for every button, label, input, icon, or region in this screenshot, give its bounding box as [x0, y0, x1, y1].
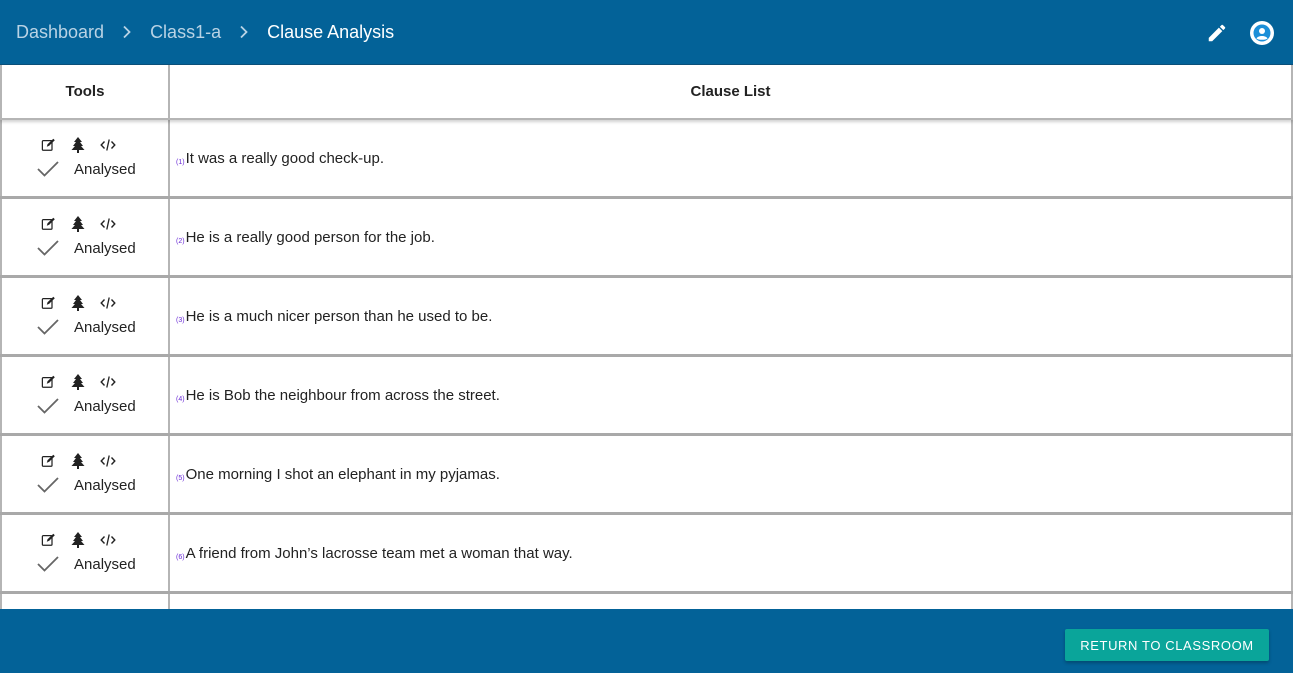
code-icon[interactable] — [100, 216, 116, 232]
clause-text: He is a really good person for the job. — [185, 228, 435, 246]
chevron-right-icon — [104, 25, 150, 39]
clause-text: A friend from John’s lacrosse team met a… — [185, 544, 573, 562]
table-row — [0, 594, 1293, 609]
clause-cell[interactable] — [170, 594, 1293, 609]
breadcrumb-dashboard[interactable]: Dashboard — [16, 22, 104, 43]
check-icon — [36, 554, 60, 574]
table-row: Analysed (6) A friend from John’s lacrosse… — [0, 515, 1293, 594]
clause-number: (5) — [176, 475, 185, 482]
tool-icons — [36, 452, 116, 470]
status: Analysed — [36, 553, 136, 575]
column-header-tools: Tools — [0, 65, 170, 118]
status-label: Analysed — [74, 397, 136, 415]
status: Analysed — [36, 158, 136, 180]
breadcrumb-class[interactable]: Class1-a — [150, 22, 221, 43]
status: Analysed — [36, 395, 136, 417]
tools-cell: Analysed — [0, 278, 170, 354]
breadcrumb: Dashboard Class1-a Clause Analysis — [0, 22, 394, 43]
chevron-right-icon — [221, 25, 267, 39]
clause-text: He is a much nicer person than he used t… — [185, 307, 493, 325]
code-icon[interactable] — [100, 374, 116, 390]
clause-number: (4) — [176, 396, 185, 403]
tree-icon[interactable] — [70, 137, 86, 153]
status-label: Analysed — [74, 555, 136, 573]
clause-table: Tools Clause List Analysed (1) It was a re… — [0, 65, 1293, 609]
table-row: Analysed (4) He is Bob the neighbour from … — [0, 357, 1293, 436]
tree-icon[interactable] — [70, 453, 86, 469]
tools-cell — [0, 594, 170, 609]
edit-icon[interactable] — [40, 216, 56, 232]
check-icon — [36, 238, 60, 258]
tools-cell: Analysed — [0, 515, 170, 591]
tool-icons — [36, 373, 116, 391]
clause-number: (3) — [176, 317, 185, 324]
status-label: Analysed — [74, 318, 136, 336]
check-icon — [36, 396, 60, 416]
account-circle-icon[interactable] — [1248, 19, 1275, 46]
return-to-classroom-button[interactable]: RETURN TO CLASSROOM — [1065, 629, 1269, 661]
tool-icons — [36, 294, 116, 312]
tree-icon[interactable] — [70, 295, 86, 311]
tool-icons — [36, 215, 116, 233]
footer-bar: RETURN TO CLASSROOM — [0, 609, 1293, 673]
table-header: Tools Clause List — [0, 65, 1293, 120]
check-icon — [36, 475, 60, 495]
status: Analysed — [36, 316, 136, 338]
code-icon[interactable] — [100, 295, 116, 311]
status-label: Analysed — [74, 160, 136, 178]
tree-icon[interactable] — [70, 374, 86, 390]
clause-number: (6) — [176, 554, 185, 561]
table-row: Analysed (3) He is a much nicer person tha… — [0, 278, 1293, 357]
breadcrumb-current: Clause Analysis — [267, 21, 395, 42]
clause-number: (2) — [176, 238, 185, 245]
top-app-bar: Dashboard Class1-a Clause Analysis — [0, 0, 1293, 65]
check-icon — [36, 317, 60, 337]
status: Analysed — [36, 237, 136, 259]
table-row: Analysed (1) It was a really good check-up… — [0, 120, 1293, 199]
clause-cell[interactable]: (3) He is a much nicer person than he use… — [170, 278, 1293, 354]
check-icon — [36, 159, 60, 179]
header-actions — [1203, 19, 1275, 46]
status-label: Analysed — [74, 239, 136, 257]
pencil-icon[interactable] — [1203, 19, 1230, 46]
code-icon[interactable] — [100, 532, 116, 548]
table-row: Analysed (5) One morning I shot an elephan… — [0, 436, 1293, 515]
tools-cell: Analysed — [0, 120, 170, 196]
clause-text: He is Bob the neighbour from across the … — [185, 386, 500, 404]
status-label: Analysed — [74, 476, 136, 494]
edit-icon[interactable] — [40, 374, 56, 390]
edit-icon[interactable] — [40, 532, 56, 548]
clause-cell[interactable]: (5) One morning I shot an elephant in my … — [170, 436, 1293, 512]
tree-icon[interactable] — [70, 216, 86, 232]
edit-icon[interactable] — [40, 453, 56, 469]
tools-cell: Analysed — [0, 357, 170, 433]
status: Analysed — [36, 474, 136, 496]
table-row: Analysed (2) He is a really good person fo… — [0, 199, 1293, 278]
clause-number: (1) — [176, 159, 185, 166]
edit-icon[interactable] — [40, 295, 56, 311]
clause-cell[interactable]: (4) He is Bob the neighbour from across t… — [170, 357, 1293, 433]
clause-cell[interactable]: (2) He is a really good person for the jo… — [170, 199, 1293, 275]
tools-cell: Analysed — [0, 199, 170, 275]
code-icon[interactable] — [100, 137, 116, 153]
clause-text: It was a really good check-up. — [185, 149, 384, 167]
tool-icons — [36, 136, 116, 154]
table-body: Analysed (1) It was a really good check-up… — [0, 120, 1293, 609]
tools-cell: Analysed — [0, 436, 170, 512]
clause-cell[interactable]: (1) It was a really good check-up. — [170, 120, 1293, 196]
clause-text: One morning I shot an elephant in my pyj… — [185, 465, 500, 483]
clause-cell[interactable]: (6) A friend from John’s lacrosse team me… — [170, 515, 1293, 591]
tool-icons — [36, 531, 116, 549]
tree-icon[interactable] — [70, 532, 86, 548]
edit-icon[interactable] — [40, 137, 56, 153]
column-header-clause-list: Clause List — [170, 65, 1293, 118]
code-icon[interactable] — [100, 453, 116, 469]
